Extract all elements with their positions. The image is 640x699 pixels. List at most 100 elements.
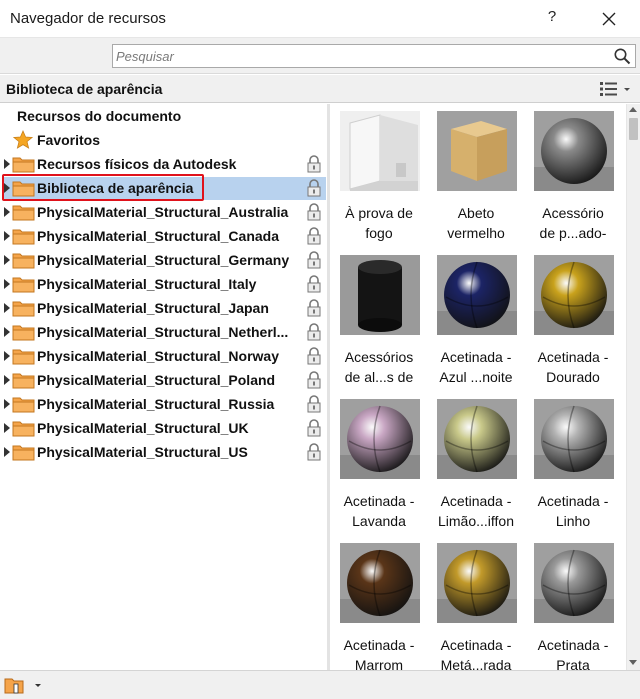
view-options-button[interactable]: [598, 79, 636, 99]
search-input[interactable]: [116, 47, 606, 65]
tree-item[interactable]: PhysicalMaterial_Structural_Japan: [2, 297, 326, 320]
tree-item-label: PhysicalMaterial_Structural_Netherl...: [37, 324, 289, 340]
asset-tile[interactable]: Acetinada - Prata: [525, 536, 621, 670]
lock-icon: [306, 203, 322, 221]
library-tools-button[interactable]: [4, 675, 44, 695]
asset-tile[interactable]: À prova de fogo: [331, 104, 427, 244]
open-library-icon: [4, 678, 41, 694]
search-bar: [0, 38, 640, 74]
asset-label: Acetinada - Metá...rada: [428, 635, 524, 670]
tree-item-label: PhysicalMaterial_Structural_Poland: [37, 372, 276, 388]
tree-item[interactable]: PhysicalMaterial_Structural_Italy: [2, 273, 326, 296]
asset-label: Acetinada - Marrom: [331, 635, 427, 670]
asset-tile[interactable]: Acetinada - Lavanda: [331, 392, 427, 532]
search-icon[interactable]: [613, 47, 631, 65]
expand-arrow-icon[interactable]: [4, 399, 10, 409]
asset-thumbnail: [340, 543, 420, 623]
tree-item[interactable]: PhysicalMaterial_Structural_Germany: [2, 249, 326, 272]
asset-label-line2: vermelho: [447, 225, 505, 241]
expand-arrow-icon[interactable]: [4, 423, 10, 433]
expand-arrow-icon[interactable]: [4, 327, 10, 337]
tree-item-label: Favoritos: [37, 132, 101, 148]
bottom-toolbar: [0, 670, 640, 699]
asset-thumbnail: [340, 399, 420, 479]
expand-arrow-icon[interactable]: [4, 279, 10, 289]
folder-icon: [12, 372, 35, 389]
tree-item[interactable]: Recursos físicos da Autodesk: [2, 153, 326, 176]
asset-tile[interactable]: Acetinada - Dourado: [525, 248, 621, 388]
asset-label-line1: Acetinada -: [440, 637, 512, 653]
folder-icon: [12, 228, 35, 245]
folder-icon: [12, 348, 35, 365]
asset-label-line1: À prova de: [345, 205, 413, 221]
expand-arrow-icon[interactable]: [4, 303, 10, 313]
asset-tile[interactable]: Acessórios de al...s de: [331, 248, 427, 388]
tree-item-label: PhysicalMaterial_Structural_UK: [37, 420, 249, 436]
tree-item-label: PhysicalMaterial_Structural_Germany: [37, 252, 290, 268]
tree-item[interactable]: PhysicalMaterial_Structural_UK: [2, 417, 326, 440]
tree-item[interactable]: PhysicalMaterial_Structural_Norway: [2, 345, 326, 368]
lock-icon: [306, 227, 322, 245]
search-box[interactable]: [112, 44, 636, 68]
asset-label-line1: Acetinada -: [440, 493, 512, 509]
asset-label-line2: Azul ...noite: [439, 369, 513, 385]
expand-arrow-icon[interactable]: [4, 159, 10, 169]
asset-tile[interactable]: Acetinada - Marrom: [331, 536, 427, 670]
scroll-down-arrow[interactable]: [629, 660, 637, 665]
lock-icon: [306, 155, 322, 173]
asset-label-line1: Abeto: [457, 205, 495, 221]
asset-tile[interactable]: Acetinada - Limão...iffon: [428, 392, 524, 532]
library-header: Biblioteca de aparência: [0, 75, 640, 103]
asset-thumbnail: [340, 255, 420, 335]
lock-icon: [306, 179, 322, 197]
asset-label: Acetinada - Prata: [525, 635, 621, 670]
asset-thumbnail: [534, 399, 614, 479]
close-icon: [602, 12, 616, 26]
asset-tile[interactable]: Abeto vermelho: [428, 104, 524, 244]
lock-icon: [306, 371, 322, 389]
tree-item-label: PhysicalMaterial_Structural_Italy: [37, 276, 257, 292]
expand-arrow-icon[interactable]: [4, 375, 10, 385]
asset-label: Acessório de p...ado-: [525, 203, 621, 243]
asset-label: À prova de fogo: [331, 203, 427, 243]
asset-label: Acetinada - Azul ...noite: [428, 347, 524, 387]
asset-label-line1: Acetinada -: [343, 493, 415, 509]
expand-arrow-icon[interactable]: [4, 351, 10, 361]
tree-item[interactable]: PhysicalMaterial_Structural_Russia: [2, 393, 326, 416]
expand-arrow-icon[interactable]: [4, 231, 10, 241]
asset-tile[interactable]: Acetinada - Azul ...noite: [428, 248, 524, 388]
scroll-thumb[interactable]: [629, 118, 638, 140]
library-title: Biblioteca de aparência: [6, 81, 163, 97]
tree-item[interactable]: PhysicalMaterial_Structural_Australia: [2, 201, 326, 224]
expand-arrow-icon[interactable]: [4, 447, 10, 457]
tree-item[interactable]: PhysicalMaterial_Structural_Netherl...: [2, 321, 326, 344]
tree-item[interactable]: PhysicalMaterial_Structural_Canada: [2, 225, 326, 248]
expand-arrow-icon[interactable]: [4, 255, 10, 265]
vertical-scrollbar[interactable]: [626, 104, 640, 670]
asset-label: Acetinada - Limão...iffon: [428, 491, 524, 531]
lock-icon: [306, 419, 322, 437]
scroll-up-arrow[interactable]: [629, 107, 637, 112]
help-button[interactable]: ?: [538, 8, 566, 30]
expand-arrow-icon[interactable]: [4, 207, 10, 217]
tree-item[interactable]: PhysicalMaterial_Structural_Poland: [2, 369, 326, 392]
lock-icon: [306, 323, 322, 341]
close-button[interactable]: [594, 5, 624, 33]
asset-tile[interactable]: Acetinada - Linho: [525, 392, 621, 532]
tree-item[interactable]: PhysicalMaterial_Structural_US: [2, 441, 326, 464]
tree-item-label: PhysicalMaterial_Structural_Japan: [37, 300, 269, 316]
asset-label-line2: Marrom: [354, 657, 404, 670]
asset-label-line2: fogo: [365, 225, 393, 241]
asset-tile[interactable]: Acessório de p...ado-: [525, 104, 621, 244]
asset-label: Acetinada - Lavanda: [331, 491, 427, 531]
asset-tile[interactable]: Acetinada - Metá...rada: [428, 536, 524, 670]
asset-label-line2: de p...ado-: [539, 225, 607, 241]
asset-thumbnail: [437, 255, 517, 335]
asset-label-line1: Acessórios: [344, 349, 414, 365]
tree-item[interactable]: Favoritos: [2, 129, 326, 152]
asset-thumbnail: [437, 111, 517, 191]
asset-label-line1: Acetinada -: [440, 349, 512, 365]
tree-item[interactable]: Recursos do documento: [2, 105, 326, 128]
list-view-icon: [600, 82, 630, 96]
asset-label-line2: de al...s de: [344, 369, 414, 385]
